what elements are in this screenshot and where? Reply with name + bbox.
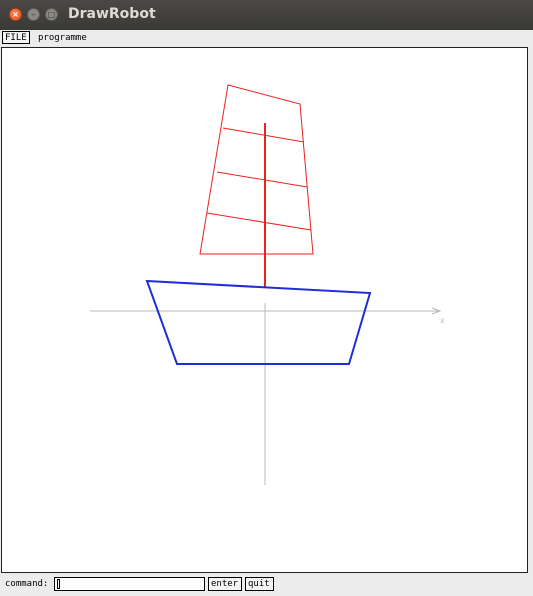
file-menu-button[interactable]: FILE: [2, 31, 30, 44]
programme-menu-button[interactable]: programme: [35, 31, 90, 44]
text-caret: [57, 579, 60, 589]
drawing-svg: x: [90, 84, 445, 485]
close-window-button[interactable]: ×: [9, 8, 22, 21]
command-input[interactable]: [54, 577, 205, 591]
sail-outline: [199, 84, 314, 255]
menu-bar: FILE programme: [0, 30, 533, 46]
boat-hull: [145, 279, 372, 365]
sail-batten-3: [206, 212, 312, 231]
command-bar: command: enter quit: [0, 574, 533, 596]
quit-button[interactable]: quit: [245, 577, 274, 591]
sail-batten-1: [222, 127, 305, 143]
drawing-canvas[interactable]: x: [1, 47, 528, 573]
title-bar: × – □ DrawRobot: [0, 0, 533, 30]
command-label: command:: [5, 579, 49, 589]
enter-button[interactable]: enter: [208, 577, 242, 591]
minimize-window-button[interactable]: –: [27, 8, 40, 21]
maximize-window-button[interactable]: □: [45, 8, 58, 21]
sail-batten-2: [216, 171, 308, 188]
window-title: DrawRobot: [68, 6, 156, 22]
x-axis-label: x: [440, 316, 445, 325]
